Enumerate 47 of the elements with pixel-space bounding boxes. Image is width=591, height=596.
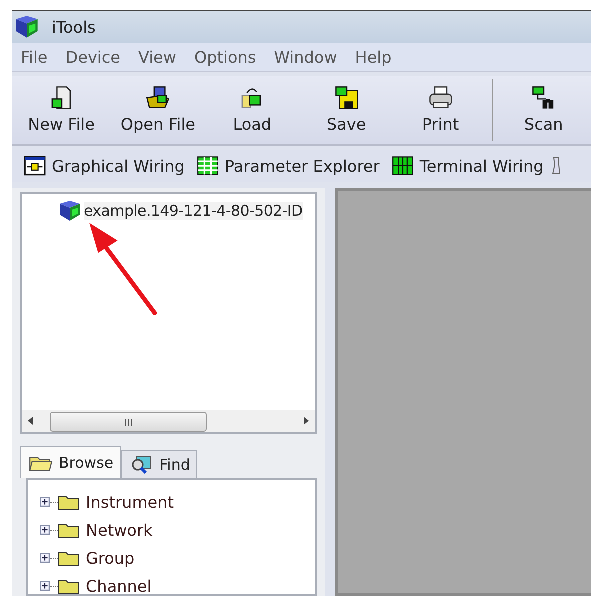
toolbar-button[interactable]: Print: [394, 78, 488, 142]
magnifier-icon: [130, 456, 154, 474]
tree-item[interactable]: Group: [40, 544, 315, 572]
toolbar-button[interactable]: New File: [12, 78, 112, 142]
document-icon: [50, 86, 74, 110]
wiring-block-icon: [24, 156, 46, 176]
toolbar-button[interactable]: Save: [299, 78, 394, 142]
window-title: iTools: [52, 18, 96, 36]
scroll-thumb[interactable]: [50, 412, 207, 432]
folder-icon: [58, 550, 80, 566]
menu-item[interactable]: Window: [265, 48, 346, 66]
toolbar-button[interactable]: Open File: [111, 78, 206, 142]
printer-icon: [428, 86, 453, 110]
floppy-disk-icon: [334, 86, 359, 110]
menu-item[interactable]: Help: [346, 48, 401, 66]
tree-item[interactable]: Channel: [40, 572, 315, 594]
menu-item[interactable]: Options: [185, 48, 266, 66]
open-folder-icon: [146, 86, 170, 110]
view-button[interactable]: Terminal Wiring: [388, 156, 548, 176]
tree-item[interactable]: example.149-121-4-80-502-ID: [58, 200, 315, 222]
grip-icon: [124, 418, 134, 426]
tab[interactable]: Browse: [20, 446, 121, 478]
table-icon: [196, 156, 219, 176]
tree-item[interactable]: Network: [40, 516, 315, 544]
horizontal-scrollbar[interactable]: [22, 410, 315, 432]
toolbar-button[interactable]: Load: [205, 78, 300, 142]
view-button[interactable]: Parameter Explorer: [192, 156, 384, 176]
expand-icon[interactable]: [40, 497, 50, 507]
right-arrow-icon[interactable]: [303, 417, 309, 425]
device-label: example.149-121-4-80-502-ID: [84, 202, 303, 220]
expand-icon[interactable]: [40, 581, 50, 591]
expand-icon[interactable]: [40, 525, 50, 535]
menu-item[interactable]: File: [12, 48, 57, 66]
view-button[interactable]: Graphical Wiring: [20, 156, 189, 176]
tab[interactable]: Find: [120, 450, 198, 478]
cube-icon: [58, 200, 82, 222]
menu-item[interactable]: View: [130, 48, 186, 66]
folder-icon: [58, 494, 80, 510]
left-arrow-icon[interactable]: [28, 417, 34, 425]
folder-icon: [58, 522, 80, 538]
toolbar-button[interactable]: Scan: [496, 78, 591, 142]
menu-item[interactable]: Device: [56, 48, 130, 66]
cube-icon: [14, 15, 40, 39]
folder-icon: [58, 578, 80, 594]
tree-item[interactable]: Instrument: [40, 488, 315, 516]
terminal-strip-icon: [392, 156, 414, 176]
expand-icon[interactable]: [40, 553, 50, 563]
